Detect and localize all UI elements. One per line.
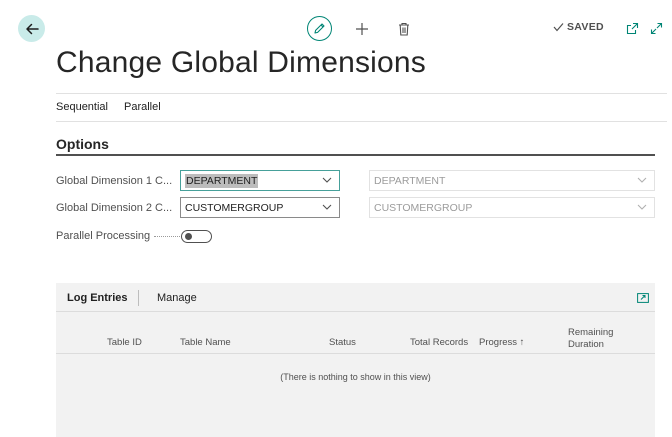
global-dimension-2-current-value: CUSTOMERGROUP — [374, 201, 473, 214]
divider — [56, 121, 667, 122]
delete-button[interactable] — [395, 19, 413, 39]
back-arrow-icon — [25, 23, 39, 34]
column-header-duration[interactable]: Duration — [568, 339, 604, 350]
dotted-leader — [154, 235, 183, 237]
toggle-knob — [185, 233, 192, 240]
log-tabs-bar: Log Entries Manage — [56, 283, 655, 312]
column-header-progress[interactable]: Progress ↑ — [479, 337, 524, 348]
parallel-processing-label: Parallel Processing — [56, 230, 183, 242]
chevron-down-icon — [322, 177, 332, 183]
tab-manage[interactable]: Manage — [157, 292, 197, 304]
parallel-processing-label-text: Parallel Processing — [56, 230, 151, 242]
global-dimension-1-value: DEPARTMENT — [185, 173, 259, 188]
parallel-processing-toggle[interactable] — [181, 230, 212, 243]
options-section-title: Options — [56, 136, 109, 152]
global-dimension-1-select[interactable]: DEPARTMENT — [180, 170, 340, 191]
section-divider — [56, 154, 655, 156]
edit-button[interactable] — [307, 16, 332, 41]
global-dimension-2-select[interactable]: CUSTOMERGROUP — [180, 197, 340, 218]
global-dimension-1-label: Global Dimension 1 C... — [56, 175, 173, 187]
global-dimension-2-current: CUSTOMERGROUP — [369, 197, 655, 218]
page-title: Change Global Dimensions — [56, 46, 427, 79]
saved-indicator: SAVED — [553, 21, 604, 33]
log-entries-panel: Log Entries Manage Table ID Table Name S… — [56, 283, 655, 437]
chevron-down-icon — [322, 204, 332, 210]
global-dimension-2-label: Global Dimension 2 C... — [56, 202, 173, 214]
global-dimension-1-current-value: DEPARTMENT — [374, 174, 446, 187]
header-divider — [56, 353, 655, 354]
global-dimension-2-value: CUSTOMERGROUP — [185, 201, 284, 214]
trash-icon — [399, 22, 409, 36]
popout-icon — [626, 22, 638, 34]
column-header-remaining[interactable]: Remaining — [568, 327, 613, 338]
column-header-status[interactable]: Status — [329, 337, 356, 348]
tab-log-entries[interactable]: Log Entries — [67, 292, 128, 304]
checkmark-icon — [553, 23, 564, 32]
tab-separator — [138, 290, 139, 306]
chevron-down-icon — [637, 177, 647, 183]
column-header-table-id[interactable]: Table ID — [107, 337, 142, 348]
expand-button[interactable] — [648, 20, 664, 36]
action-parallel[interactable]: Parallel — [124, 101, 161, 113]
edit-pencil-icon — [314, 23, 325, 34]
global-dimension-1-current: DEPARTMENT — [369, 170, 655, 191]
chevron-down-icon — [637, 204, 647, 210]
expand-icon — [650, 22, 662, 34]
column-header-table-name[interactable]: Table Name — [180, 337, 231, 348]
new-button[interactable] — [352, 19, 372, 39]
panel-expand-icon[interactable] — [637, 292, 649, 304]
plus-icon — [356, 23, 368, 35]
back-button[interactable] — [18, 15, 45, 42]
divider — [56, 93, 667, 94]
empty-list-message: (There is nothing to show in this view) — [280, 372, 431, 382]
open-new-window-button[interactable] — [624, 20, 640, 36]
column-header-total-records[interactable]: Total Records — [410, 337, 468, 348]
saved-label: SAVED — [567, 21, 604, 33]
action-sequential[interactable]: Sequential — [56, 101, 108, 113]
